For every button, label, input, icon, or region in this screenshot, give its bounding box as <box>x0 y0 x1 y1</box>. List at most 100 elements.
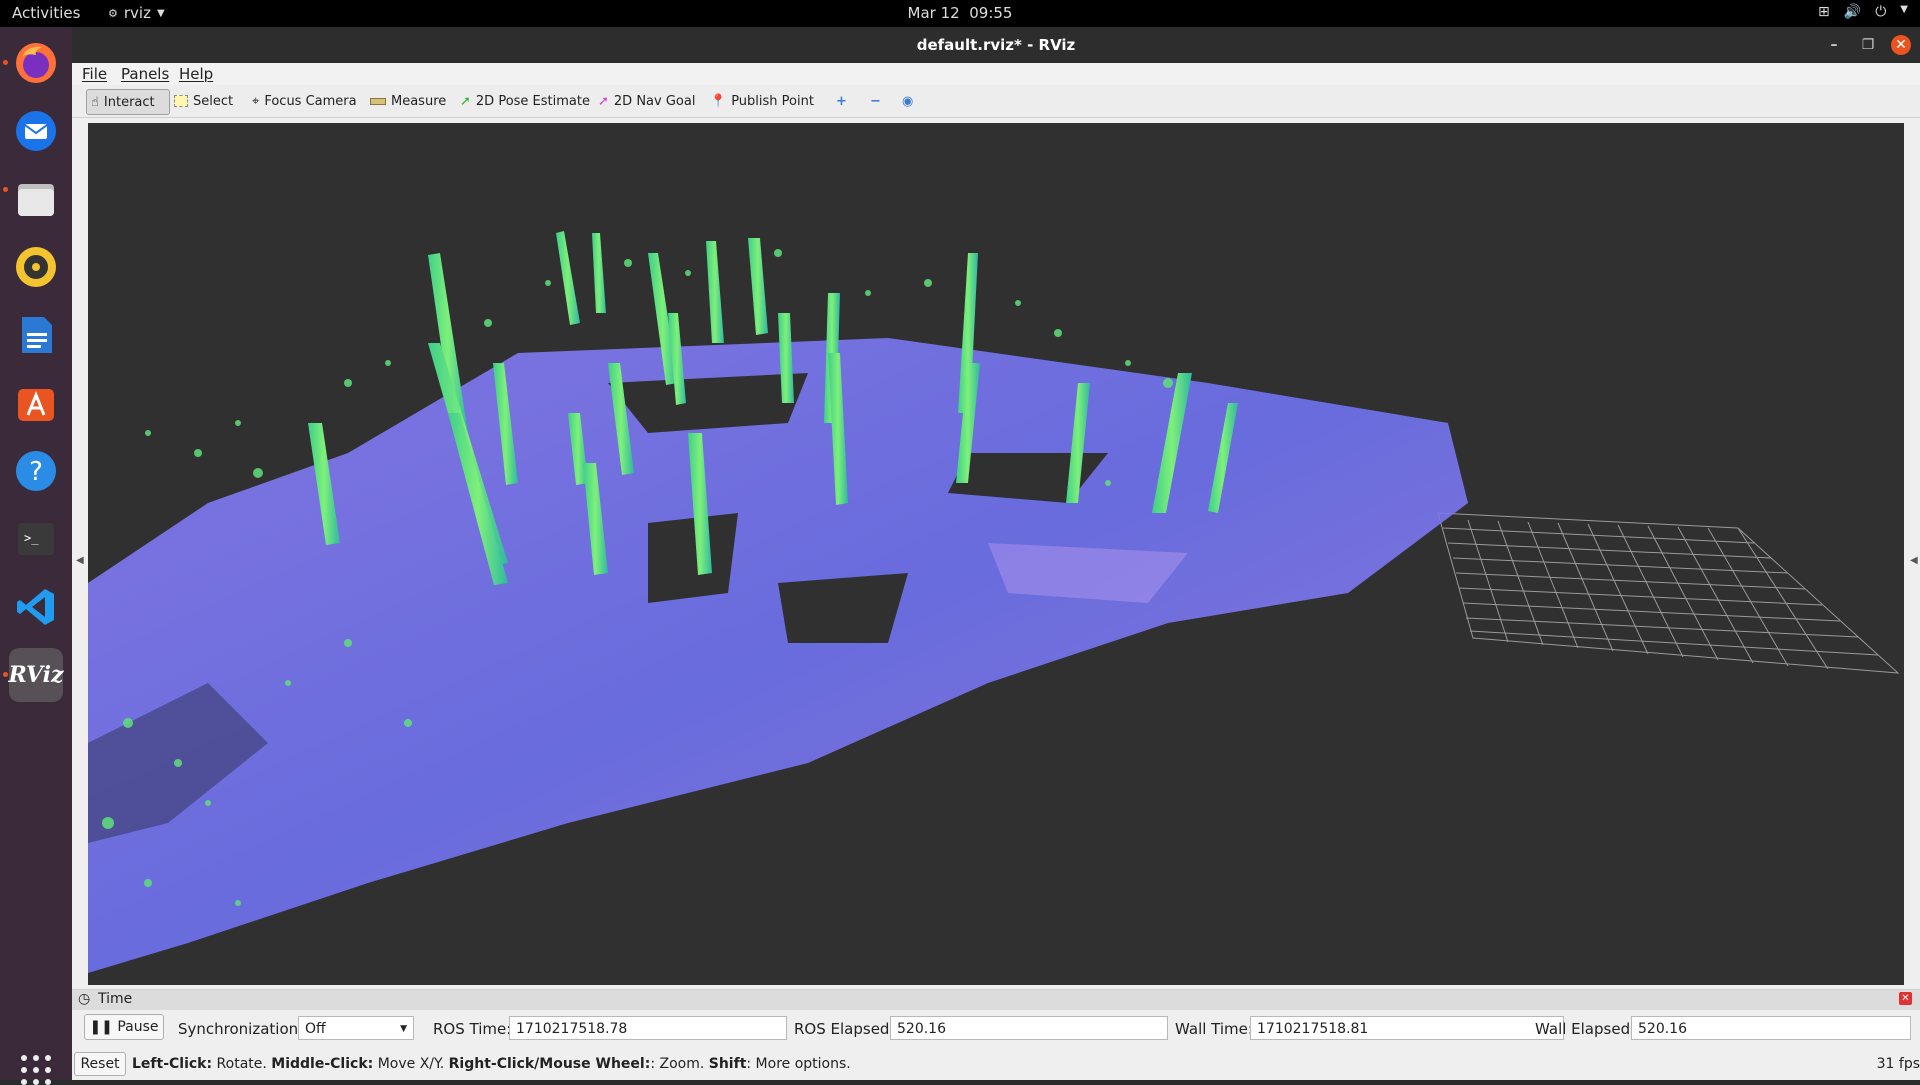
firefox-icon[interactable] <box>9 36 63 90</box>
eye-icon: ◉ <box>902 93 914 109</box>
pose-estimate-label: 2D Pose Estimate <box>475 93 590 109</box>
chevron-down-icon: ▼ <box>400 1024 407 1034</box>
measure-label: Measure <box>391 93 447 109</box>
interact-tool[interactable]: ☝ Interact <box>86 89 170 115</box>
clock-time: 09:55 <box>969 4 1013 22</box>
add-tool-button[interactable]: + <box>832 89 851 113</box>
title-bar[interactable]: default.rviz* - RViz – ❐ ✕ <box>72 27 1920 63</box>
libreoffice-writer-icon[interactable] <box>9 308 63 362</box>
show-applications-icon[interactable] <box>21 1055 51 1085</box>
clock-icon: ◷ <box>78 991 91 1007</box>
rviz-window: default.rviz* - RViz – ❐ ✕ File Panels H… <box>72 27 1920 1080</box>
green-arrow-icon: ➚ <box>460 93 471 109</box>
menu-file[interactable]: File <box>82 65 107 83</box>
minimize-icon[interactable]: – <box>1824 35 1844 55</box>
system-tray[interactable]: ⊞ 🔊 ⏻ ▼ <box>1818 4 1908 20</box>
point-cloud-scene <box>88 231 1900 973</box>
pause-label: Pause <box>117 1019 159 1035</box>
crosshair-icon: ⌖ <box>252 93 260 109</box>
ros-time-label: ROS Time: <box>433 1020 512 1038</box>
map-pin-icon: 📍 <box>710 93 727 109</box>
ground-point-cloud <box>88 338 1468 973</box>
fps-counter: 31 fps <box>1876 1056 1920 1072</box>
sync-dropdown[interactable]: Off ▼ <box>298 1016 414 1040</box>
sync-value: Off <box>305 1021 326 1037</box>
left-click-text: Rotate. <box>212 1056 272 1072</box>
time-panel-header: ◷ Time ✕ <box>72 990 1920 1010</box>
hand-icon: ☝ <box>91 94 99 110</box>
terminal-icon[interactable]: >_ <box>9 512 63 566</box>
select-tool[interactable]: Select <box>170 89 237 113</box>
rviz-icon[interactable]: RViz <box>8 648 64 702</box>
pink-arrow-icon: ➚ <box>598 93 609 109</box>
left-dock-handle[interactable]: ◀ <box>76 555 84 566</box>
reset-button[interactable]: Reset <box>74 1052 126 1076</box>
interact-label: Interact <box>103 94 155 110</box>
pause-button[interactable]: ❚❚ Pause <box>84 1014 164 1040</box>
focus-camera-tool[interactable]: ⌖ Focus Camera <box>248 89 361 113</box>
ros-elapsed-label: ROS Elapsed: <box>794 1020 895 1038</box>
svg-text:>_: >_ <box>24 531 39 545</box>
ubuntu-dock: ? >_ RViz <box>0 27 72 1085</box>
app-menu[interactable]: ⚙ rviz ▼ <box>108 4 165 22</box>
ros-elapsed-field[interactable]: 520.16 <box>890 1016 1168 1040</box>
focus-camera-label: Focus Camera <box>264 93 357 109</box>
mouse-help-text: Left-Click: Rotate. Middle-Click: Move X… <box>132 1056 851 1072</box>
wall-elapsed-field[interactable]: 520.16 <box>1631 1016 1911 1040</box>
rviz-small-icon: ⚙ <box>108 6 118 20</box>
pose-estimate-tool[interactable]: ➚ 2D Pose Estimate <box>456 89 594 113</box>
gnome-top-bar: Activities ⚙ rviz ▼ Mar 12 09:55 ⊞ 🔊 ⏻ ▼ <box>0 0 1920 27</box>
network-icon: ⊞ <box>1818 4 1830 20</box>
left-click-key: Left-Click: <box>132 1056 213 1072</box>
wall-time-label: Wall Time: <box>1175 1020 1253 1038</box>
render-view[interactable] <box>88 123 1904 985</box>
clock: Mar 12 09:55 <box>0 4 1920 22</box>
help-icon[interactable]: ? <box>9 444 63 498</box>
select-label: Select <box>193 93 234 109</box>
menu-panels[interactable]: Panels <box>121 65 169 83</box>
reference-grid <box>1437 512 1900 674</box>
menu-help[interactable]: Help <box>179 65 213 83</box>
time-panel-title: Time <box>98 991 133 1007</box>
toolbar: ☝ Interact Select ⌖ Focus Camera Measure… <box>72 85 1920 118</box>
shift-key: Shift <box>708 1056 747 1072</box>
activities-button[interactable]: Activities <box>12 4 80 22</box>
nav-goal-label: 2D Nav Goal <box>613 93 696 109</box>
rhythmbox-icon[interactable] <box>9 240 63 294</box>
running-indicator <box>3 60 8 65</box>
maximize-icon[interactable]: ❐ <box>1858 35 1878 55</box>
clock-button[interactable]: Mar 12 09:55 <box>908 4 1013 22</box>
svg-text:?: ? <box>29 457 43 487</box>
shift-text: : More options. <box>746 1056 851 1072</box>
nav-goal-tool[interactable]: ➚ 2D Nav Goal <box>594 89 699 113</box>
close-panel-icon[interactable]: ✕ <box>1899 992 1912 1005</box>
chevron-down-icon: ▼ <box>1900 4 1908 15</box>
pause-icon: ❚❚ <box>89 1019 113 1035</box>
right-click-text: : Zoom. <box>650 1056 709 1072</box>
files-icon[interactable] <box>9 172 63 226</box>
middle-click-text: Move X/Y. <box>373 1056 449 1072</box>
publish-point-label: Publish Point <box>731 93 814 109</box>
right-dock-handle[interactable]: ◀ <box>1910 555 1918 566</box>
volume-icon: 🔊 <box>1843 4 1862 20</box>
ros-time-field[interactable]: 1710217518.78 <box>509 1016 787 1040</box>
menu-bar: File Panels Help <box>72 63 1920 85</box>
minus-icon: − <box>870 93 881 109</box>
publish-point-tool[interactable]: 📍 Publish Point <box>706 89 818 113</box>
thunderbird-icon[interactable] <box>9 104 63 158</box>
time-panel-row: ❚❚ Pause Synchronization: Off ▼ ROS Time… <box>72 1014 1920 1044</box>
vscode-icon[interactable] <box>9 580 63 634</box>
remove-tool-button[interactable]: − <box>866 89 885 113</box>
wall-time-field[interactable]: 1710217518.81 <box>1250 1016 1564 1040</box>
tool-properties-button[interactable]: ◉ <box>898 89 917 113</box>
plus-icon: + <box>836 93 847 109</box>
ruler-icon <box>370 97 386 105</box>
power-icon: ⏻ <box>1875 4 1887 20</box>
right-click-key: Right-Click/Mouse Wheel: <box>448 1056 651 1072</box>
select-box-icon <box>174 95 188 107</box>
middle-click-key: Middle-Click: <box>271 1056 374 1072</box>
app-center-icon[interactable] <box>9 376 63 430</box>
measure-tool[interactable]: Measure <box>366 89 450 113</box>
close-icon[interactable]: ✕ <box>1891 35 1911 55</box>
app-menu-label: rviz <box>123 4 151 22</box>
